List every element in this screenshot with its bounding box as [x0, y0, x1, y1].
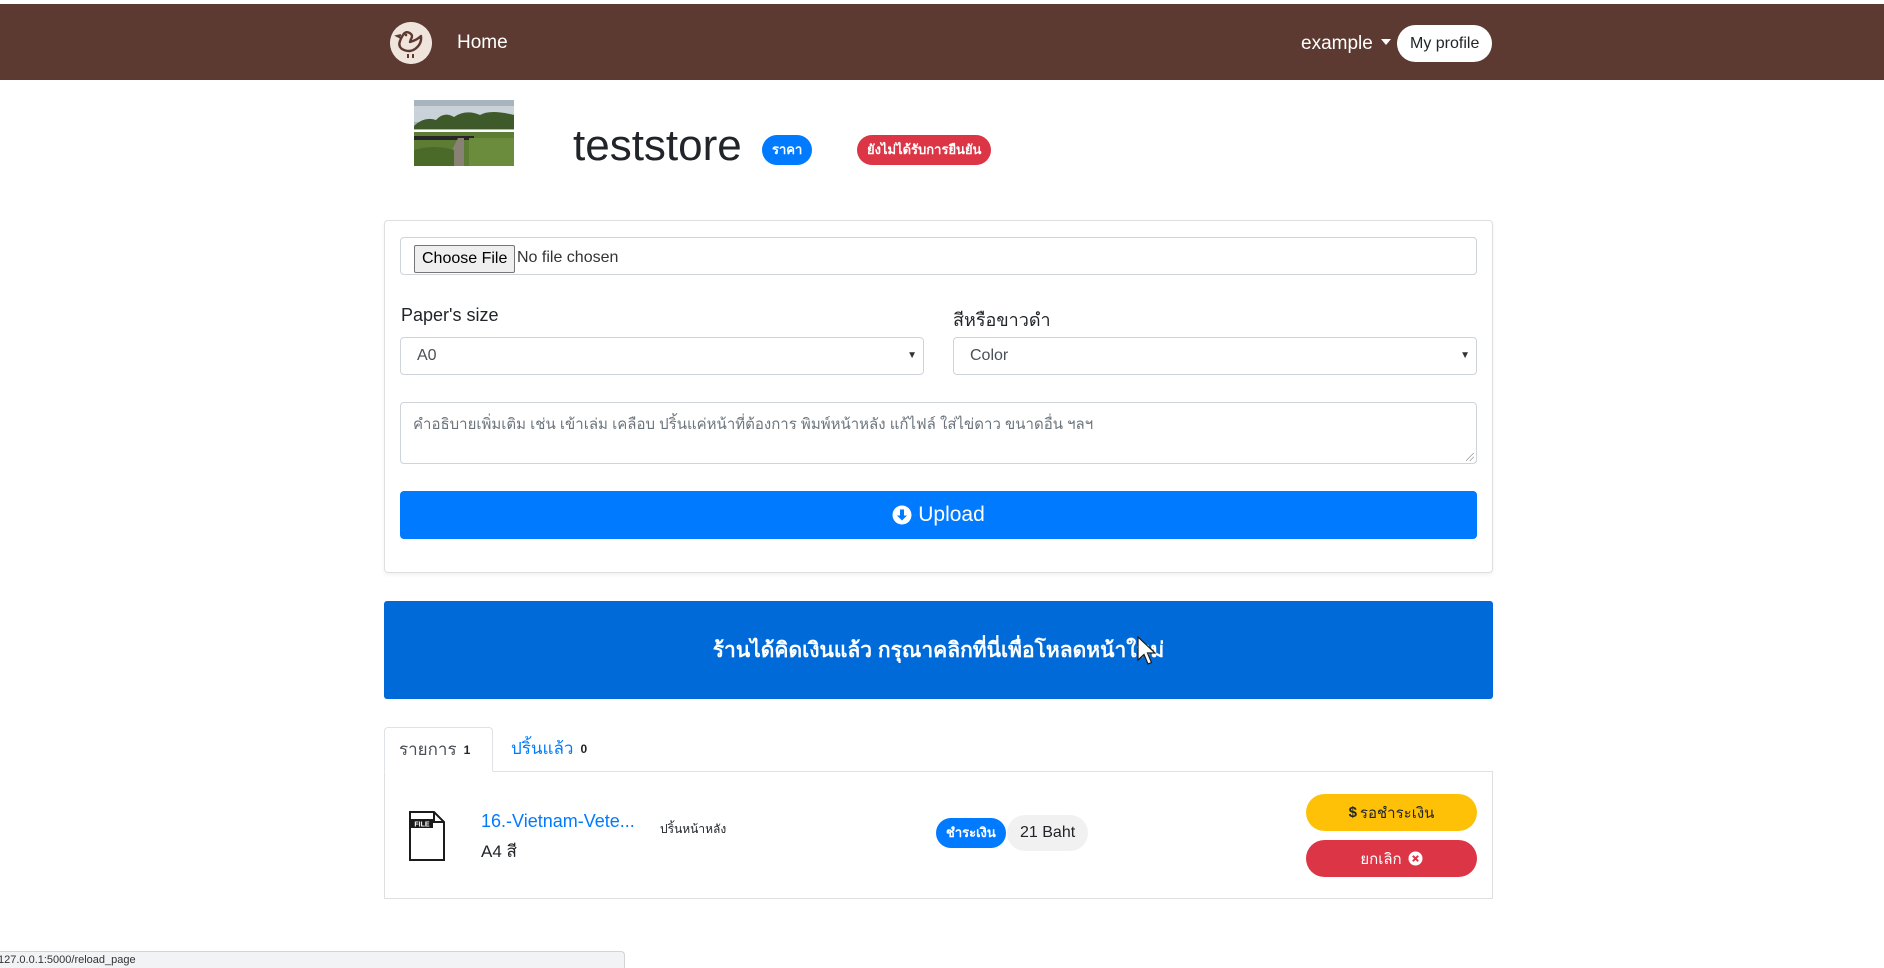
pay-badge[interactable]: ชำระเงิน: [936, 818, 1006, 848]
order-file-note: ปริ้นหน้าหลัง: [660, 822, 727, 836]
status-url: 127.0.0.1:5000/reload_page: [0, 954, 136, 966]
browser-status-bar: 127.0.0.1:5000/reload_page: [0, 951, 625, 968]
select-arrow-icon: ▼: [907, 350, 917, 361]
caret-down-icon: [1380, 39, 1391, 45]
close-circle-icon: [1408, 851, 1423, 866]
choose-file-button[interactable]: Choose File: [414, 245, 516, 273]
reload-banner-text: ร้านได้คิดเงินแล้ว กรุณาคลิกที่นี่เพื่อโ…: [712, 638, 1165, 662]
my-profile-button[interactable]: My profile: [1397, 25, 1493, 62]
file-input[interactable]: Choose File No file chosen: [400, 237, 1477, 275]
paper-size-value: A0: [417, 347, 437, 364]
awaiting-payment-button[interactable]: $ รอชำระเงิน: [1306, 794, 1477, 831]
cancel-button[interactable]: ยกเลิก: [1306, 840, 1477, 877]
cancel-button-label: ยกเลิก: [1360, 850, 1402, 868]
color-select[interactable]: Color ▼: [953, 337, 1477, 375]
order-price: 21 Baht: [1007, 815, 1089, 851]
no-file-text: No file chosen: [517, 249, 619, 266]
order-file-spec: A4 สี: [481, 842, 517, 861]
paper-size-select[interactable]: A0 ▼: [400, 337, 924, 375]
color-value: Color: [970, 347, 1009, 364]
file-icon: FILE: [409, 811, 445, 861]
resize-grip-icon[interactable]: [1466, 453, 1474, 461]
duck-logo-icon[interactable]: [390, 22, 432, 64]
store-name: teststore: [573, 121, 742, 170]
tab-orders-label: รายการ: [399, 740, 457, 759]
tab-printed-label: ปริ้นแล้ว: [511, 739, 574, 758]
upload-button[interactable]: Upload: [400, 491, 1477, 539]
paper-size-label: Paper's size: [401, 305, 499, 325]
tab-printed[interactable]: ปริ้นแล้ว 0: [511, 727, 587, 772]
upload-button-label: Upload: [918, 503, 985, 526]
dollar-icon: $: [1348, 804, 1357, 821]
price-badge[interactable]: ราคา: [762, 135, 813, 165]
navbar: Home example My profile: [0, 4, 1884, 80]
status-badge: ยังไม่ได้รับการยืนยัน: [857, 135, 992, 165]
tab-printed-count: 0: [580, 742, 588, 756]
tab-orders-count: 1: [463, 743, 471, 757]
description-placeholder: คำอธิบายเพิ่มเติม เช่น เข้าเล่ม เคลือบ ป…: [413, 416, 1094, 433]
description-textarea[interactable]: คำอธิบายเพิ่มเติม เช่น เข้าเล่ม เคลือบ ป…: [400, 402, 1477, 464]
mouse-cursor-icon: [1137, 636, 1157, 665]
svg-text:FILE: FILE: [414, 822, 429, 829]
nav-home-link[interactable]: Home: [457, 32, 508, 54]
store-image: [414, 100, 514, 166]
awaiting-payment-label: รอชำระเงิน: [1359, 804, 1435, 822]
select-arrow-icon: ▼: [1460, 350, 1470, 361]
user-dropdown-label: example: [1301, 33, 1373, 54]
tab-orders[interactable]: รายการ 1: [384, 727, 493, 772]
color-label: สีหรือขาวดำ: [953, 310, 1051, 330]
download-circle-icon: [892, 505, 912, 525]
reload-banner[interactable]: ร้านได้คิดเงินแล้ว กรุณาคลิกที่นี่เพื่อโ…: [384, 601, 1493, 699]
order-file-name[interactable]: 16.-Vietnam-Vete...: [481, 811, 635, 832]
user-dropdown[interactable]: example: [1301, 33, 1391, 55]
